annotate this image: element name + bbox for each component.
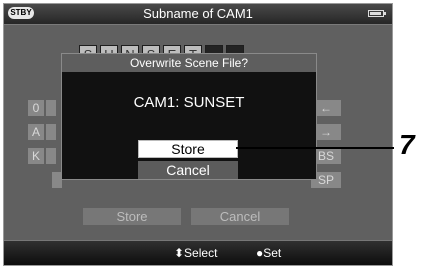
select-hint: ⬍Select bbox=[174, 246, 218, 260]
camera-screen: STBY Subname of CAM1 S U N S E T 0 A K ←… bbox=[3, 3, 393, 266]
cancel-button[interactable]: Cancel bbox=[138, 161, 238, 179]
key-partial[interactable] bbox=[46, 148, 56, 164]
callout-number: 7 bbox=[399, 129, 415, 160]
bottom-hint-bar: ⬍Select ●Set bbox=[4, 240, 392, 265]
background-cancel-button: Cancel bbox=[191, 208, 289, 225]
store-button[interactable]: Store bbox=[138, 140, 238, 158]
key-partial[interactable] bbox=[46, 100, 56, 116]
key-partial[interactable] bbox=[46, 124, 56, 140]
battery-icon bbox=[368, 10, 386, 17]
title-bar: STBY Subname of CAM1 bbox=[4, 4, 392, 25]
key-k[interactable]: K bbox=[28, 148, 44, 164]
callout-line bbox=[236, 147, 394, 149]
overwrite-dialog: Overwrite Scene File? CAM1: SUNSET Store… bbox=[61, 53, 317, 180]
dialog-message: CAM1: SUNSET bbox=[133, 94, 245, 111]
page-title: Subname of CAM1 bbox=[143, 6, 253, 21]
set-hint: ●Set bbox=[256, 246, 282, 260]
key-0[interactable]: 0 bbox=[28, 100, 44, 116]
dialog-title: Overwrite Scene File? bbox=[62, 54, 316, 72]
background-store-button: Store bbox=[83, 208, 181, 225]
key-a[interactable]: A bbox=[28, 124, 44, 140]
